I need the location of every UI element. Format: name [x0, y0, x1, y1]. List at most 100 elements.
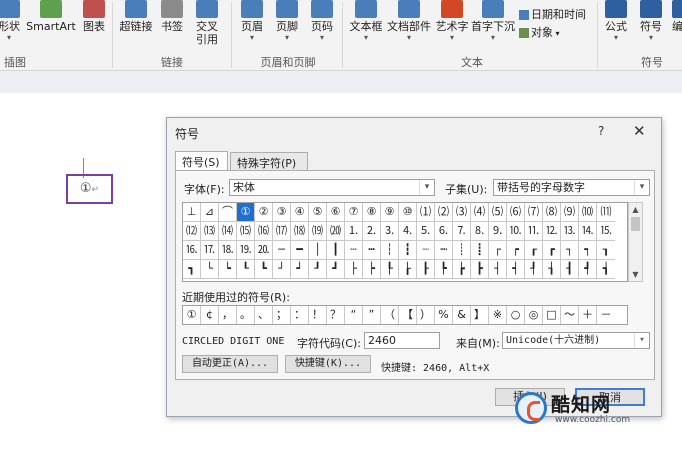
- symbol-cell[interactable]: ⒁: [219, 222, 237, 241]
- tab-symbols[interactable]: 符号(S): [175, 151, 228, 171]
- symbol-cell[interactable]: ┘: [273, 260, 291, 279]
- symbol-cell[interactable]: ⒖: [597, 222, 615, 241]
- symbol-cell[interactable]: ━: [291, 241, 309, 260]
- symbol-cell[interactable]: ④: [291, 203, 309, 222]
- text-box-button[interactable]: 文本框 ▾: [348, 0, 384, 52]
- footer-button[interactable]: 页脚 ▾: [273, 0, 301, 52]
- symbol-cell[interactable]: ┕: [219, 260, 237, 279]
- symbol-cell[interactable]: ┑: [579, 241, 597, 260]
- symbol-cell[interactable]: ┪: [597, 260, 615, 279]
- symbol-cell[interactable]: ⒀: [201, 222, 219, 241]
- recent-symbol-cell[interactable]: 。: [237, 306, 255, 324]
- autocorrect-button[interactable]: 自动更正(A)...: [182, 355, 278, 373]
- symbol-cell[interactable]: ⒍: [435, 222, 453, 241]
- symbol-cell[interactable]: ⑧: [363, 203, 381, 222]
- equation-button[interactable]: 公式 ▾: [602, 0, 630, 52]
- symbol-button[interactable]: 符号 ▾: [637, 0, 665, 52]
- symbol-cell[interactable]: ⑾: [597, 203, 615, 222]
- grid-scrollbar[interactable]: ▲ ▼: [628, 202, 643, 282]
- symbol-cell[interactable]: ┝: [363, 260, 381, 279]
- recent-symbol-cell[interactable]: ；: [273, 306, 291, 324]
- symbol-cell[interactable]: ┛: [327, 260, 345, 279]
- from-select[interactable]: Unicode(十六进制) ▾: [502, 332, 650, 349]
- recent-symbol-cell[interactable]: ¢: [201, 306, 219, 324]
- symbol-cell[interactable]: ┟: [399, 260, 417, 279]
- symbol-cell[interactable]: ┧: [543, 260, 561, 279]
- recent-symbol-cell[interactable]: 、: [255, 306, 273, 324]
- symbol-cell[interactable]: ┣: [471, 260, 489, 279]
- symbol-cell[interactable]: ┃: [327, 241, 345, 260]
- symbol-cell[interactable]: ┙: [291, 260, 309, 279]
- symbol-cell[interactable]: ⒛: [255, 241, 273, 260]
- symbol-cell[interactable]: │: [309, 241, 327, 260]
- header-button[interactable]: 页眉 ▾: [238, 0, 266, 52]
- recent-symbol-cell[interactable]: ＋: [579, 306, 597, 324]
- symbol-cell[interactable]: ┐: [561, 241, 579, 260]
- symbol-cell[interactable]: ┩: [579, 260, 597, 279]
- recent-symbol-cell[interactable]: ）: [417, 306, 435, 324]
- cross-reference-button[interactable]: 交叉引用: [190, 0, 224, 52]
- symbol-cell[interactable]: ⒗: [183, 241, 201, 260]
- symbol-cell[interactable]: ⒓: [543, 222, 561, 241]
- recent-symbol-cell[interactable]: ？: [327, 306, 345, 324]
- help-icon[interactable]: ?: [598, 124, 604, 138]
- date-time-button[interactable]: 日期和时间: [519, 6, 586, 22]
- symbol-cell[interactable]: ┅: [363, 241, 381, 260]
- symbol-cell[interactable]: ⒋: [399, 222, 417, 241]
- page-number-button[interactable]: 页码 ▾: [308, 0, 336, 52]
- smartart-button[interactable]: SmartArt: [26, 0, 76, 52]
- symbol-cell[interactable]: ⒎: [453, 222, 471, 241]
- drop-cap-button[interactable]: 首字下沉 ▾: [470, 0, 516, 52]
- symbol-cell[interactable]: ┏: [543, 241, 561, 260]
- symbol-cell[interactable]: ③: [273, 203, 291, 222]
- symbol-cell[interactable]: ┦: [525, 260, 543, 279]
- tab-special-characters[interactable]: 特殊字符(P): [230, 152, 308, 170]
- recent-symbol-cell[interactable]: 【: [399, 306, 417, 324]
- symbol-cell[interactable]: ⑴: [417, 203, 435, 222]
- symbol-cell[interactable]: ┋: [471, 241, 489, 260]
- symbol-cell[interactable]: ⒏: [471, 222, 489, 241]
- scroll-up-icon[interactable]: ▲: [629, 203, 642, 216]
- symbol-cell[interactable]: ┇: [399, 241, 417, 260]
- recent-symbol-cell[interactable]: “: [345, 306, 363, 324]
- symbol-cell[interactable]: ⒑: [507, 222, 525, 241]
- symbol-cell[interactable]: ┨: [561, 260, 579, 279]
- symbol-cell[interactable]: ├: [345, 260, 363, 279]
- numbering-button[interactable]: 编号: [668, 0, 682, 52]
- symbol-cell[interactable]: ⑦: [345, 203, 363, 222]
- symbol-cell[interactable]: ⑥: [327, 203, 345, 222]
- font-select[interactable]: 宋体 ▾: [229, 179, 435, 196]
- recent-symbol-cell[interactable]: 】: [471, 306, 489, 324]
- symbol-cell[interactable]: ⑩: [399, 203, 417, 222]
- symbol-cell[interactable]: ⒐: [489, 222, 507, 241]
- recent-symbol-cell[interactable]: （: [381, 306, 399, 324]
- symbol-cell[interactable]: ┥: [507, 260, 525, 279]
- symbol-cell[interactable]: ⒊: [381, 222, 399, 241]
- symbol-cell[interactable]: ⑺: [525, 203, 543, 222]
- symbol-cell[interactable]: ⊿: [201, 203, 219, 222]
- wordart-button[interactable]: 艺术字 ▾: [434, 0, 470, 52]
- symbol-cell[interactable]: ┞: [381, 260, 399, 279]
- symbol-cell[interactable]: ⒘: [201, 241, 219, 260]
- recent-symbol-cell[interactable]: &: [453, 306, 471, 324]
- symbol-cell[interactable]: ┄: [345, 241, 363, 260]
- symbol-cell[interactable]: ⑻: [543, 203, 561, 222]
- recent-symbol-cell[interactable]: －: [597, 306, 615, 324]
- symbol-cell[interactable]: ⒌: [417, 222, 435, 241]
- symbol-cell[interactable]: ⒙: [219, 241, 237, 260]
- symbol-cell[interactable]: ⑹: [507, 203, 525, 222]
- symbol-cell[interactable]: ┓: [183, 260, 201, 279]
- symbol-cell[interactable]: └: [201, 260, 219, 279]
- recent-symbol-cell[interactable]: ①: [183, 306, 201, 324]
- inserted-symbol-highlight[interactable]: ①↵: [66, 174, 113, 204]
- symbol-cell[interactable]: ⒕: [579, 222, 597, 241]
- symbol-cell[interactable]: ⒉: [363, 222, 381, 241]
- recent-symbol-cell[interactable]: ～: [561, 306, 579, 324]
- symbol-cell[interactable]: ┎: [525, 241, 543, 260]
- symbol-cell[interactable]: ⒔: [561, 222, 579, 241]
- symbol-cell[interactable]: ⒚: [237, 241, 255, 260]
- symbol-cell[interactable]: ⑷: [471, 203, 489, 222]
- symbol-cell[interactable]: ┍: [507, 241, 525, 260]
- symbol-cell[interactable]: ⑶: [453, 203, 471, 222]
- symbol-cell[interactable]: ⒂: [237, 222, 255, 241]
